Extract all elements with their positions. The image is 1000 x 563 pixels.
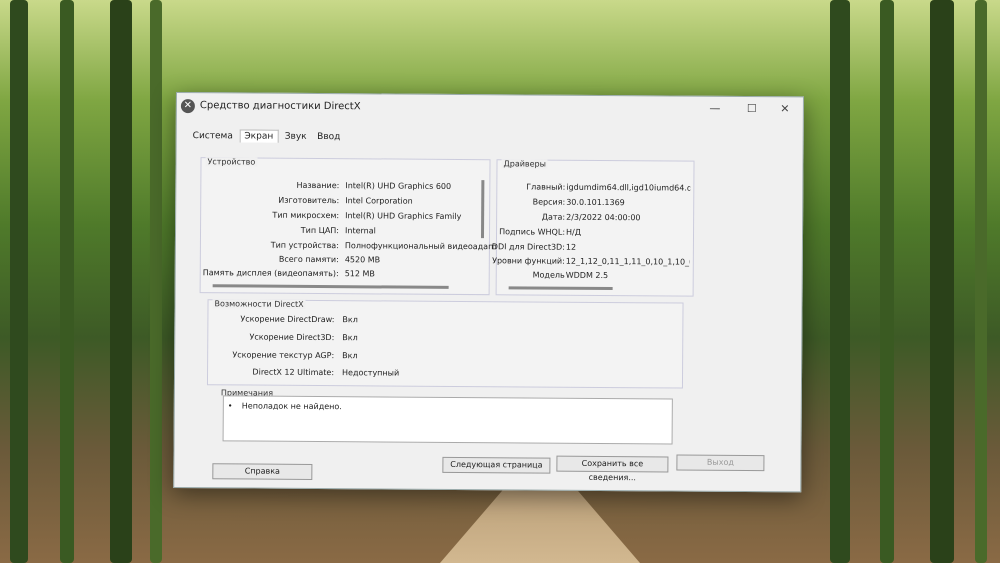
driver-label: Версия: bbox=[532, 197, 566, 207]
device-row: Тип микросхем: Intel(R) UHD Graphics Fam… bbox=[201, 210, 489, 221]
drivers-heading: Драйверы bbox=[501, 159, 549, 169]
driver-value: 30.0.101.1369 bbox=[566, 197, 625, 208]
device-panel: Устройство Название: Intel(R) UHD Graphi… bbox=[199, 157, 498, 296]
driver-label: Модель bbox=[532, 270, 565, 280]
feature-value: Вкл bbox=[342, 315, 358, 325]
features-heading: Возможности DirectX bbox=[212, 299, 306, 309]
driver-row: Подпись WHQL: Н/Д bbox=[497, 227, 693, 237]
device-row: Название: Intel(R) UHD Graphics 600 bbox=[201, 180, 489, 191]
driver-row: Уровни функций: 12_1,12_0,11_1,11_0,10_1… bbox=[492, 256, 693, 266]
tab-input[interactable]: Ввод bbox=[313, 131, 344, 143]
driver-value: 12 bbox=[565, 242, 577, 252]
driver-label: Дата: bbox=[541, 212, 566, 222]
minimize-button[interactable]: — bbox=[705, 102, 725, 115]
driver-value: igdumdim64.dll,igd10iumd64.dll,igd10 bbox=[566, 182, 691, 193]
device-horizontal-scrollbar[interactable] bbox=[212, 284, 449, 289]
features-panel: Возможности DirectX Ускорение DirectDraw… bbox=[206, 299, 684, 389]
driver-row: Версия: 30.0.101.1369 bbox=[497, 197, 693, 207]
window-title: Средство диагностики DirectX bbox=[199, 100, 361, 113]
tab-display[interactable]: Экран bbox=[239, 129, 279, 143]
driver-value: 2/3/2022 04:00:00 bbox=[566, 212, 641, 223]
title-bar: ✕ Средство диагностики DirectX — ☐ ✕ bbox=[177, 93, 803, 125]
notes-bullet: • bbox=[227, 401, 233, 411]
device-heading: Устройство bbox=[205, 157, 258, 167]
device-label: Название: bbox=[296, 180, 340, 191]
driver-value: WDDM 2.5 bbox=[565, 270, 609, 281]
feature-row: Ускорение текстур AGP: Вкл bbox=[208, 350, 682, 360]
feature-label: DirectX 12 Ultimate: bbox=[252, 367, 335, 378]
notes-item: Неполадок не найдено. bbox=[241, 401, 342, 412]
driver-label: Уровни функций: bbox=[492, 256, 565, 266]
feature-label: Ускорение текстур AGP: bbox=[232, 350, 335, 361]
device-row: Память дисплея (видеопамять): 512 MB bbox=[201, 268, 489, 278]
tab-sound[interactable]: Звук bbox=[281, 131, 311, 143]
device-label: Память дисплея (видеопамять): bbox=[202, 268, 339, 279]
exit-button[interactable]: Выход bbox=[676, 454, 765, 472]
device-label: Изготовитель: bbox=[278, 195, 340, 206]
device-row: Всего памяти: 4520 MB bbox=[201, 254, 489, 265]
notes-box: • Неполадок не найдено. bbox=[222, 395, 673, 445]
device-value: Intel(R) UHD Graphics Family bbox=[345, 211, 462, 221]
device-value: Intel(R) UHD Graphics 600 bbox=[345, 181, 452, 191]
driver-row: DDI для Direct3D: 12 bbox=[492, 242, 693, 252]
driver-row: Главный: igdumdim64.dll,igd10iumd64.dll,… bbox=[497, 182, 693, 192]
drivers-panel: Драйверы Главный: igdumdim64.dll,igd10iu… bbox=[492, 159, 695, 297]
tab-system[interactable]: Система bbox=[189, 130, 237, 142]
feature-row: DirectX 12 Ultimate: Недоступный bbox=[208, 367, 682, 378]
driver-row: Модель WDDM 2.5 bbox=[497, 270, 693, 280]
driver-label: Главный: bbox=[526, 182, 566, 192]
device-value: Internal bbox=[345, 226, 376, 236]
device-row: Тип устройства: Полнофункциональный виде… bbox=[201, 240, 498, 252]
next-page-button[interactable]: Следующая страница bbox=[442, 456, 551, 474]
tab-bar: Система Экран Звук Ввод bbox=[189, 129, 345, 146]
device-label: Тип микросхем: bbox=[272, 210, 340, 221]
save-all-button[interactable]: Сохранить все сведения... bbox=[556, 455, 669, 482]
feature-value: Недоступный bbox=[342, 368, 400, 378]
device-value: Полнофункциональный видеоадапт bbox=[344, 241, 499, 252]
maximize-button[interactable]: ☐ bbox=[742, 102, 762, 115]
device-label: Всего памяти: bbox=[278, 254, 339, 265]
device-label: Тип устройства: bbox=[270, 240, 339, 251]
driver-label: Подпись WHQL: bbox=[499, 227, 566, 237]
device-value: Intel Corporation bbox=[345, 196, 413, 206]
device-vertical-scrollbar[interactable] bbox=[480, 180, 485, 239]
feature-value: Вкл bbox=[342, 351, 358, 361]
device-row: Тип ЦАП: Internal bbox=[201, 225, 489, 236]
device-row: Изготовитель: Intel Corporation bbox=[201, 195, 489, 206]
directx-app-icon: ✕ bbox=[180, 99, 195, 114]
feature-label: Ускорение DirectDraw: bbox=[240, 314, 335, 325]
device-value: 4520 MB bbox=[344, 255, 381, 265]
feature-row: Ускорение Direct3D: Вкл bbox=[208, 332, 682, 343]
driver-label: DDI для Direct3D: bbox=[491, 242, 565, 252]
feature-value: Вкл bbox=[342, 333, 358, 343]
feature-row: Ускорение DirectDraw: Вкл bbox=[208, 314, 682, 324]
driver-value: 12_1,12_0,11_1,11_0,10_1,10_0,9_3 bbox=[565, 256, 690, 267]
driver-value: Н/Д bbox=[565, 227, 582, 237]
device-value: 512 MB bbox=[344, 269, 375, 279]
drivers-horizontal-scrollbar[interactable] bbox=[508, 286, 613, 291]
close-button[interactable]: ✕ bbox=[775, 102, 795, 115]
driver-row: Дата: 2/3/2022 04:00:00 bbox=[497, 212, 693, 223]
help-button[interactable]: Справка bbox=[212, 463, 313, 480]
directx-diag-window: ✕ Средство диагностики DirectX — ☐ ✕ Сис… bbox=[173, 92, 804, 493]
feature-label: Ускорение Direct3D: bbox=[249, 332, 335, 343]
device-label: Тип ЦАП: bbox=[300, 225, 340, 236]
